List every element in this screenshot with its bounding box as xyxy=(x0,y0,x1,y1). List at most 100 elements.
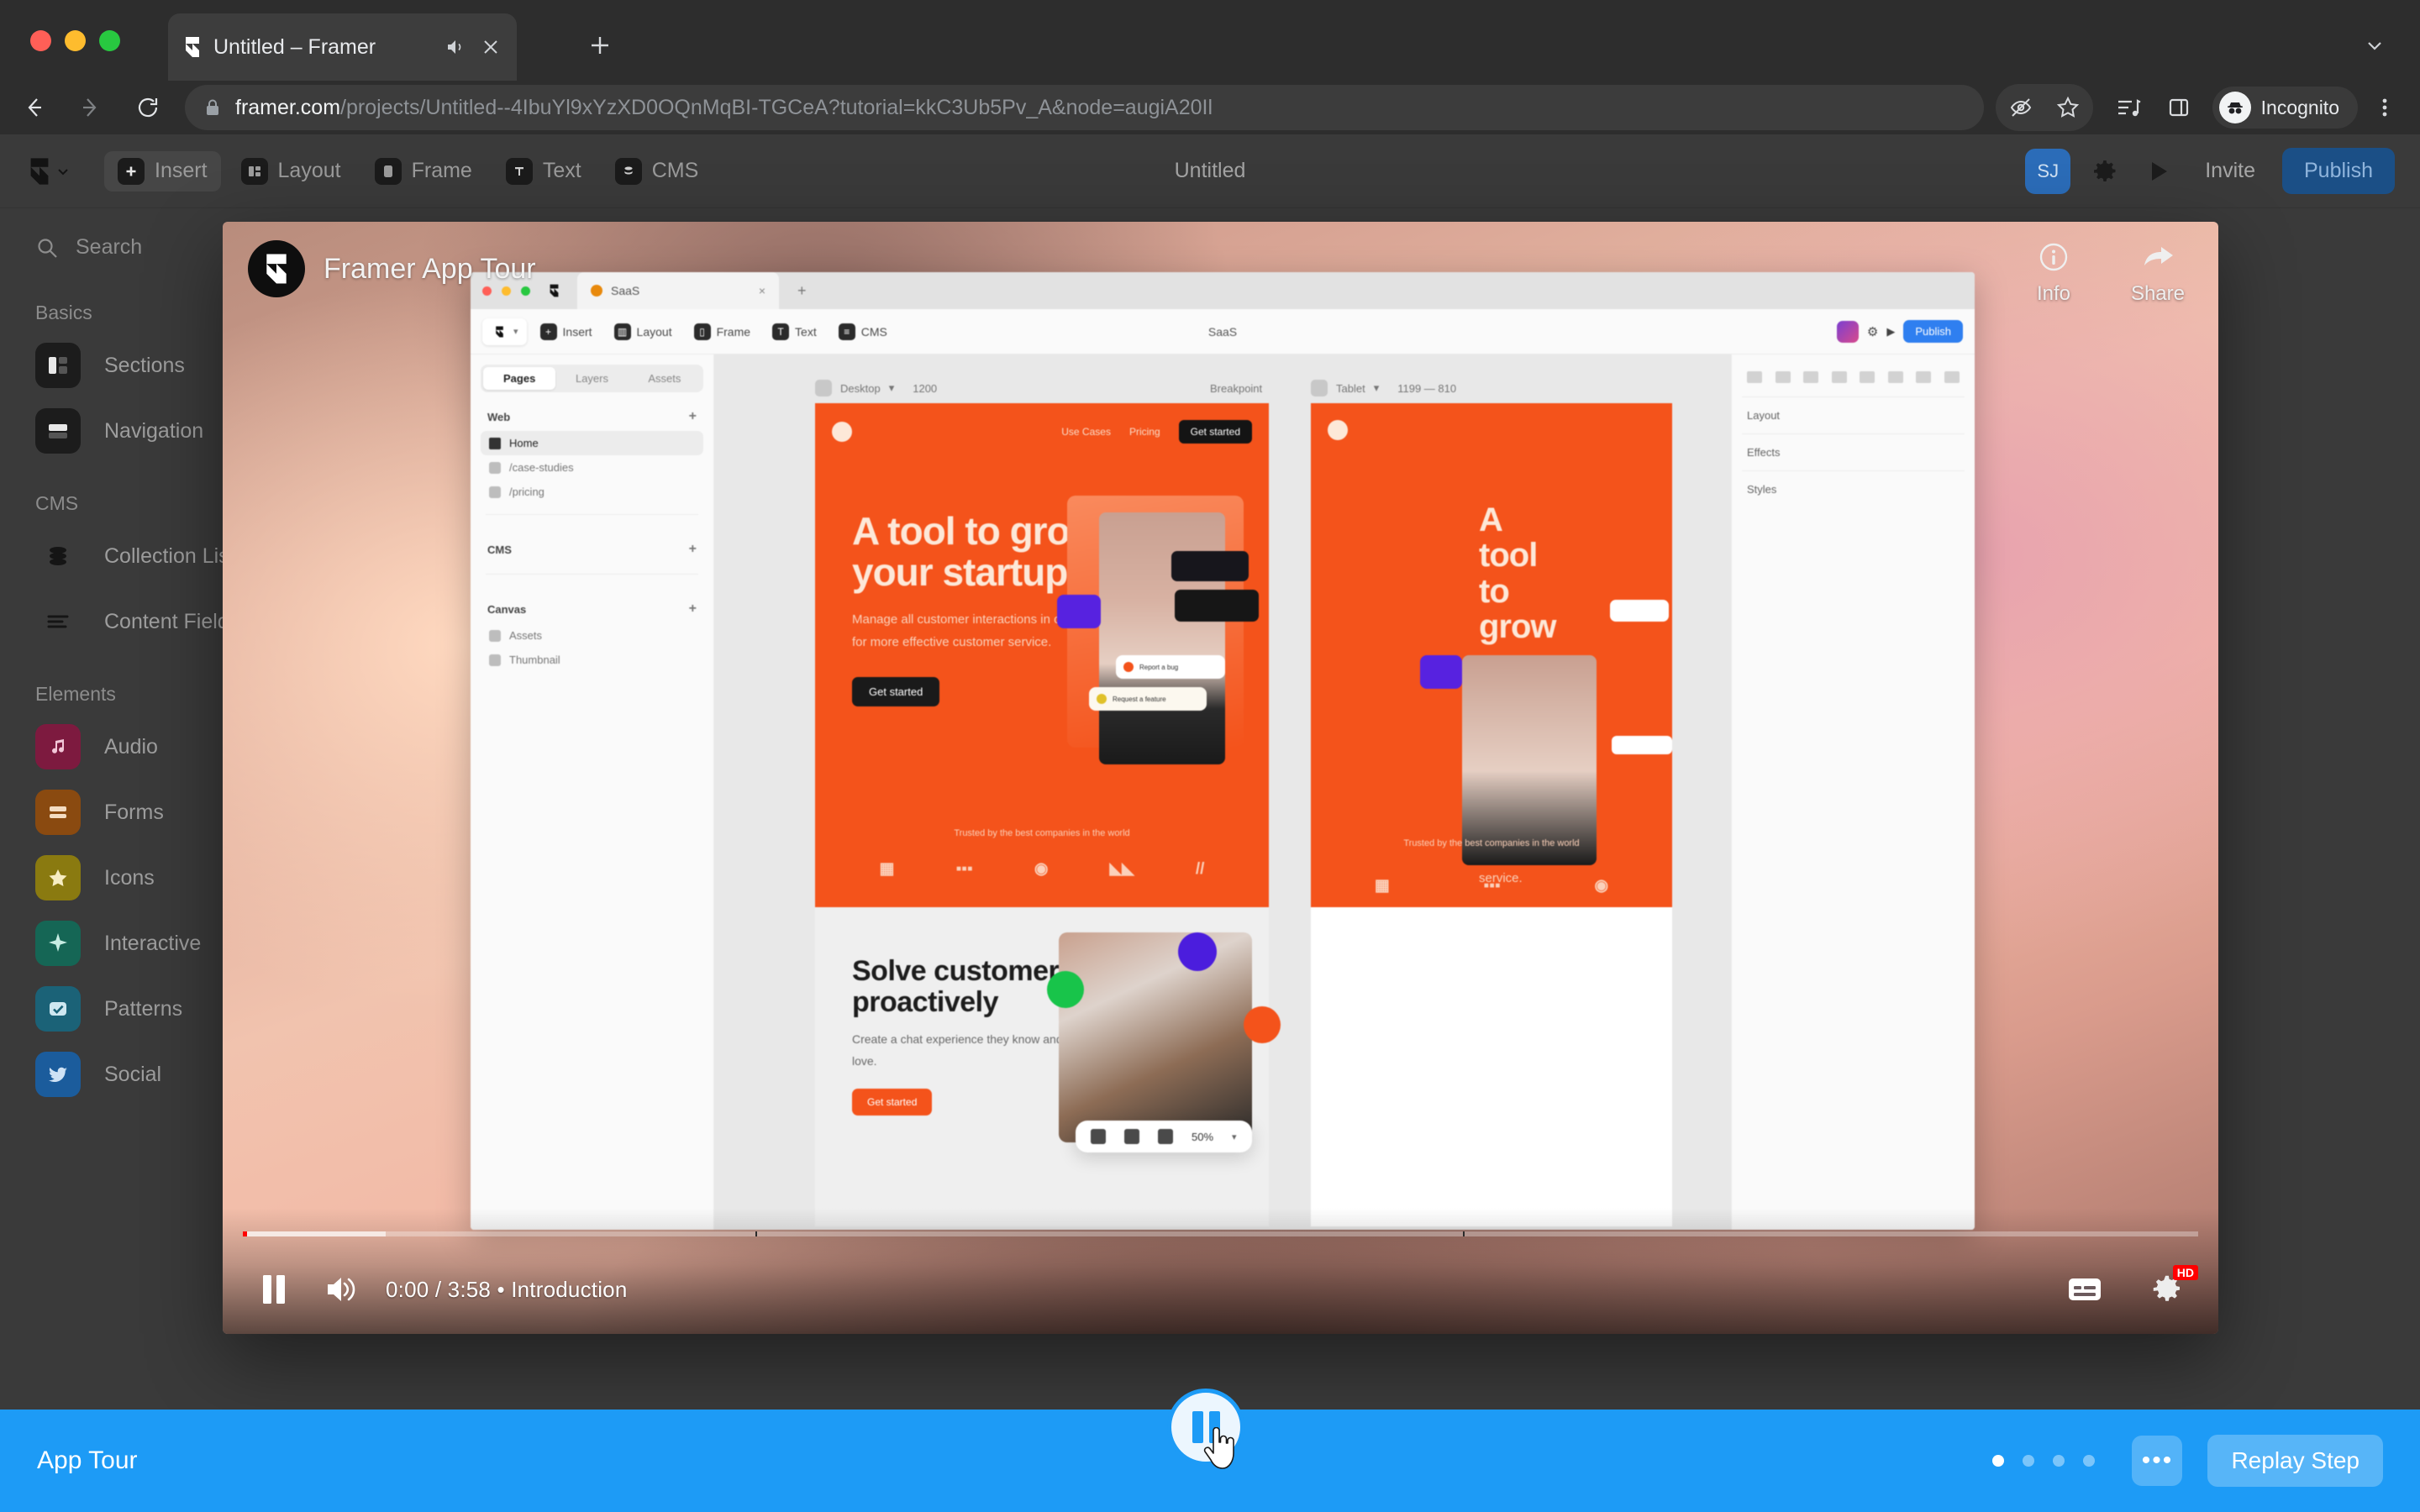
toolbar-label-frame: Frame xyxy=(411,159,472,182)
minimize-window-button[interactable] xyxy=(65,30,86,51)
settings-gear-icon[interactable] xyxy=(2086,152,2124,191)
logo-1: ▦ xyxy=(879,860,895,878)
sidebar-label-audio: Audio xyxy=(104,734,158,759)
media-playlist-icon[interactable] xyxy=(2105,84,2152,131)
mock-add-page-icon: + xyxy=(688,409,697,423)
video-share-button[interactable]: Share xyxy=(2131,239,2185,306)
bookmark-star-icon[interactable] xyxy=(2044,84,2091,131)
mock-tab-favicon-icon xyxy=(591,285,602,297)
sidebar-label-icons: Icons xyxy=(104,865,155,890)
mock-new-tab-icon: + xyxy=(797,281,807,299)
mock-frame-desktop: Desktop ▾ 1200 Breakpoint Use Cases Pric… xyxy=(815,380,1281,1226)
pause-button[interactable] xyxy=(251,1267,297,1312)
video-progress-bar[interactable] xyxy=(243,1231,2198,1236)
cursor-tool-icon xyxy=(1091,1129,1106,1144)
mock-page-label-home: Home xyxy=(509,437,539,449)
tab-title: Untitled – Framer xyxy=(213,34,376,59)
user-avatar[interactable]: SJ xyxy=(2025,148,2071,194)
mock-tab-layers: Layers xyxy=(575,372,608,385)
mock-hero-logo-icon xyxy=(832,422,852,442)
toolbar-item-frame[interactable]: Frame xyxy=(361,151,486,192)
invite-button[interactable]: Invite xyxy=(2193,159,2267,183)
tour-step-dot-1[interactable] xyxy=(1992,1455,2005,1467)
tab-strip: Untitled – Framer xyxy=(0,0,2420,81)
three-dot-menu-icon[interactable] xyxy=(2361,84,2408,131)
layout-icon xyxy=(240,157,268,185)
reload-button[interactable] xyxy=(124,84,171,131)
zoom-chevron-down-icon: ▾ xyxy=(1232,1131,1237,1142)
tour-bar-right: ••• Replay Step xyxy=(1992,1435,2383,1487)
plus-icon xyxy=(118,157,145,185)
sidebar-label-navigation: Navigation xyxy=(104,418,204,443)
breakpoint-icon xyxy=(1311,380,1328,396)
mock-frame-icon: ▯ xyxy=(693,323,711,340)
mock-trusted-label: Trusted by the best companies in the wor… xyxy=(954,828,1130,838)
tab-close-icon[interactable] xyxy=(478,34,503,60)
mock-pages-panel: Pages Layers Assets Web + Home /case-stud… xyxy=(471,354,714,1230)
browser-tab[interactable]: Untitled – Framer xyxy=(168,13,517,81)
toolbar-item-text[interactable]: Text xyxy=(492,151,595,192)
close-window-button[interactable] xyxy=(30,30,51,51)
video-info-button[interactable]: Info xyxy=(2035,239,2072,306)
more-align-icon xyxy=(1944,371,1960,383)
video-controls-right: HD xyxy=(2062,1265,2198,1312)
address-bar[interactable]: framer.com/projects/Untitled--4IbuYl9xYz… xyxy=(185,85,1984,130)
video-played-bar xyxy=(243,1231,247,1236)
tab-list-chevron-down-icon[interactable] xyxy=(2354,25,2395,66)
mock-hero-card-white2-tablet xyxy=(1612,736,1672,754)
chevron-down-icon: ▾ xyxy=(888,381,895,394)
toolbar-item-cms[interactable]: CMS xyxy=(602,151,713,192)
tour-step-dot-4[interactable] xyxy=(2083,1455,2096,1467)
mock-toolbar-text: T Text xyxy=(764,318,825,345)
database-icon xyxy=(35,533,81,579)
video-channel-logo-icon[interactable] xyxy=(248,240,305,297)
music-note-icon xyxy=(35,724,81,769)
logo-1: ▦ xyxy=(1374,877,1390,895)
video-settings-button[interactable]: HD xyxy=(2144,1265,2198,1312)
volume-button[interactable] xyxy=(318,1267,364,1312)
mock-section-label-cms: CMS xyxy=(487,543,512,556)
mock-panel-tabs: Pages Layers Assets xyxy=(481,365,703,392)
mock-tabbar: SaaS × + xyxy=(471,272,1975,309)
mock-page-row-pricing: /pricing xyxy=(481,480,703,504)
publish-button[interactable]: Publish xyxy=(2282,148,2395,194)
mock-plus-icon: + xyxy=(539,323,557,340)
video-player-overlay[interactable]: SaaS × + ▾ + Insert ▥ Layout ▯ Frame T T… xyxy=(223,222,2218,1334)
toolbar-item-layout[interactable]: Layout xyxy=(228,151,355,192)
video-info-label: Info xyxy=(2036,282,2070,305)
framer-logo-button[interactable] xyxy=(29,150,87,193)
mock-hero2-body: Create a chat experience they know and l… xyxy=(852,1032,1063,1068)
framer-toolbar-right: SJ Invite Publish xyxy=(2025,148,2395,194)
mock-toolbar-insert: + Insert xyxy=(532,318,601,345)
tour-step-dot-2[interactable] xyxy=(2023,1455,2035,1467)
toolbar-label-cms: CMS xyxy=(651,159,699,182)
toolbar-item-insert[interactable]: Insert xyxy=(104,150,221,192)
tour-more-button[interactable]: ••• xyxy=(2132,1436,2183,1486)
profile-incognito-chip[interactable]: Incognito xyxy=(2212,87,2358,129)
info-icon xyxy=(2035,239,2072,276)
preview-play-icon[interactable] xyxy=(2139,152,2178,191)
tab-mute-icon[interactable] xyxy=(443,34,468,60)
video-title[interactable]: Framer App Tour xyxy=(324,253,536,286)
replay-step-button[interactable]: Replay Step xyxy=(2207,1435,2383,1487)
mock-toolbar-label-3: Text xyxy=(795,324,817,339)
eye-off-icon[interactable] xyxy=(1997,84,2044,131)
url-domain: framer.com xyxy=(235,95,341,119)
back-button[interactable] xyxy=(10,84,57,131)
sidebar-label-interactive: Interactive xyxy=(104,931,202,955)
side-panel-icon[interactable] xyxy=(2155,84,2202,131)
maximize-window-button[interactable] xyxy=(99,30,120,51)
forward-button[interactable] xyxy=(67,84,114,131)
mock-canvas-floating-toolbar: 50% ▾ xyxy=(1076,1121,1252,1152)
mock-hero-card-purple-tablet xyxy=(1420,655,1462,689)
subtitles-button[interactable] xyxy=(2062,1267,2107,1312)
mock-card-label-1: Request a feature xyxy=(1113,695,1166,703)
mock-hero-nav-1: Pricing xyxy=(1128,426,1160,438)
tour-step-dots xyxy=(1992,1455,2096,1467)
omnibox-action-group xyxy=(1995,84,2093,131)
logo-2: ▪▪▪ xyxy=(1483,876,1501,895)
new-tab-button[interactable] xyxy=(580,25,620,66)
tour-step-dot-3[interactable] xyxy=(2053,1455,2065,1467)
mock-hero-nav-tablet xyxy=(1328,420,1655,440)
tour-label: App Tour xyxy=(37,1446,138,1474)
